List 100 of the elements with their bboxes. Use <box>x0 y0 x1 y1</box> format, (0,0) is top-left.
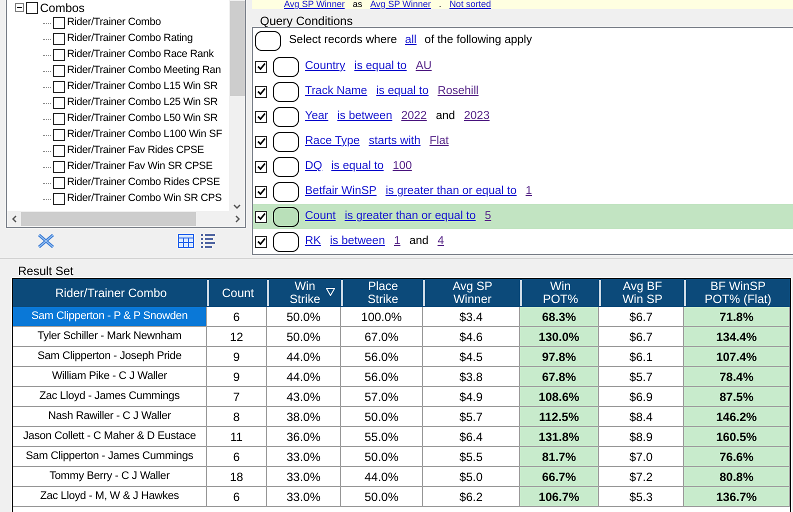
condition-link[interactable]: is between <box>337 108 392 126</box>
condition-link[interactable]: is equal to <box>331 158 384 176</box>
checkbox[interactable] <box>53 33 65 45</box>
condition-link[interactable]: Track Name <box>305 82 368 100</box>
checkbox[interactable] <box>53 81 65 93</box>
check-icon <box>256 137 266 146</box>
condition-link[interactable]: Count <box>305 208 336 226</box>
tree-item[interactable]: Rider/Trainer Combo <box>67 15 161 31</box>
vertical-scrollbar[interactable] <box>229 0 245 211</box>
condition-value[interactable]: Flat <box>430 132 449 150</box>
condition-value[interactable]: 5 <box>484 208 492 226</box>
table-cell: 68.3% <box>520 307 599 326</box>
table-cell: 80.8% <box>684 467 790 486</box>
collapse-toggle[interactable] <box>15 3 24 12</box>
tree-item[interactable]: Rider/Trainer Combo Rating <box>67 31 193 47</box>
condition-link[interactable]: DQ <box>305 158 322 176</box>
tree-item[interactable]: Rider/Trainer Combo Rides CPSE <box>67 175 220 191</box>
table-cell: 97.8% <box>520 347 599 366</box>
condition-link[interactable]: RK <box>305 232 321 250</box>
condition-link[interactable]: is equal to <box>354 58 407 76</box>
condition-value[interactable]: 1 <box>526 182 532 200</box>
condition-link[interactable]: Not sorted <box>449 0 491 9</box>
table-cell: Sam Clipperton - P & P Snowden <box>13 307 207 326</box>
table-cell: 76.6% <box>684 447 790 466</box>
checkbox[interactable] <box>53 113 65 125</box>
condition-text: and <box>409 234 429 249</box>
tree-item[interactable]: Rider/Trainer Combo Race Rank <box>67 47 214 63</box>
checkbox[interactable] <box>255 236 267 248</box>
group-bracket[interactable] <box>273 206 299 226</box>
scroll-right-icon[interactable] <box>235 215 241 223</box>
checkbox[interactable] <box>53 65 65 77</box>
checkbox[interactable] <box>53 145 65 157</box>
grid-view-icon[interactable] <box>178 234 194 248</box>
condition-link[interactable]: Avg SP Winner <box>370 0 431 9</box>
checkbox[interactable] <box>53 193 65 205</box>
checkbox[interactable] <box>53 97 65 109</box>
table-cell: 130.0% <box>520 327 599 346</box>
tree-item[interactable]: Rider/Trainer Combo L100 Win SF <box>67 127 222 143</box>
condition-link[interactable]: Race Type <box>305 132 360 150</box>
condition-link[interactable]: starts with <box>368 132 421 150</box>
group-bracket[interactable] <box>273 182 299 202</box>
scroll-down-icon[interactable] <box>233 204 241 210</box>
condition-link[interactable]: is greater than or equal to <box>344 208 476 226</box>
tree-item[interactable]: Rider/Trainer Fav Rides CPSE <box>67 143 204 159</box>
tree-item[interactable]: Rider/Trainer Combo Meeting Ran <box>67 63 221 79</box>
checkbox[interactable] <box>26 2 38 14</box>
group-bracket[interactable] <box>273 106 299 126</box>
condition-link[interactable]: all <box>405 32 417 50</box>
table-cell: 108.6% <box>520 387 599 406</box>
tools-icon[interactable] <box>36 232 56 250</box>
checkbox[interactable] <box>255 186 267 198</box>
group-bracket[interactable] <box>273 82 299 102</box>
condition-value[interactable]: 4 <box>438 232 444 250</box>
table-cell: 146.2% <box>684 407 790 426</box>
checkbox[interactable] <box>255 210 267 222</box>
checkbox[interactable] <box>255 110 267 122</box>
tree-item[interactable]: Rider/Trainer Combo L25 Win SR <box>67 95 218 111</box>
condition-link[interactable]: Betfair WinSP <box>305 182 377 200</box>
check-icon <box>256 212 266 221</box>
table-cell: 107.4% <box>684 347 790 366</box>
condition-link[interactable]: Year <box>305 108 328 126</box>
group-bracket[interactable] <box>273 232 299 252</box>
condition-value[interactable]: 1 <box>394 232 400 250</box>
check-icon <box>256 87 266 96</box>
condition-link[interactable]: Country <box>305 58 346 76</box>
check-icon <box>256 112 266 121</box>
tree-item[interactable]: Rider/Trainer Combo L15 Win SR <box>67 79 218 95</box>
table-cell: 106.7% <box>520 487 599 506</box>
table-cell: 78.4% <box>684 367 790 386</box>
list-view-icon[interactable] <box>200 234 216 248</box>
group-bracket[interactable] <box>273 156 299 176</box>
checkbox[interactable] <box>53 161 65 173</box>
checkbox[interactable] <box>53 177 65 189</box>
scroll-left-icon[interactable] <box>11 215 17 223</box>
checkbox[interactable] <box>53 129 65 141</box>
condition-value[interactable]: 2023 <box>464 108 490 126</box>
group-bracket[interactable] <box>255 31 281 51</box>
sort-down-icon <box>326 288 335 296</box>
condition-value[interactable]: 2022 <box>401 108 427 126</box>
horizontal-scrollbar[interactable] <box>7 211 245 227</box>
checkbox[interactable] <box>255 136 267 148</box>
group-bracket[interactable] <box>273 56 299 76</box>
condition-link[interactable]: is between <box>330 232 385 250</box>
group-bracket[interactable] <box>273 132 299 152</box>
tree-item[interactable]: Rider/Trainer Combo Win SR CPS <box>67 191 222 207</box>
tree-item[interactable]: Rider/Trainer Combo L50 Win SR <box>67 111 218 127</box>
condition-link[interactable]: is greater than or equal to <box>386 182 517 200</box>
checkbox[interactable] <box>53 49 65 61</box>
tree-item[interactable]: Rider/Trainer Fav Win SR CPSE <box>67 159 213 175</box>
condition-value[interactable]: AU <box>416 58 432 76</box>
checkbox[interactable] <box>255 160 267 172</box>
checkbox[interactable] <box>53 17 65 29</box>
condition-link[interactable]: Avg SP Winner <box>284 0 345 9</box>
checkbox[interactable] <box>255 86 267 98</box>
condition-row[interactable]: Count is greater than or equal to 5 <box>253 204 793 229</box>
tree-item[interactable]: Combos <box>40 0 85 16</box>
condition-value[interactable]: Rosehill <box>438 82 479 100</box>
condition-link[interactable]: is equal to <box>376 82 429 100</box>
condition-value[interactable]: 100 <box>392 158 412 176</box>
checkbox[interactable] <box>255 60 267 72</box>
